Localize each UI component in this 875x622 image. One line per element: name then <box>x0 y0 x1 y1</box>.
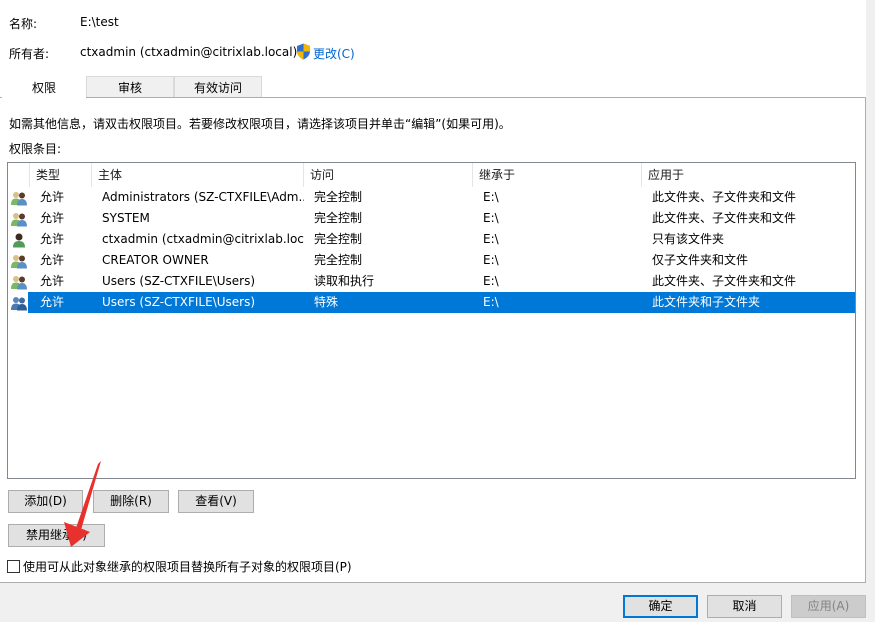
type-cell: 允许 <box>40 253 65 267</box>
inherited-from-cell: E:\ <box>483 211 499 225</box>
access-cell: 完全控制 <box>314 190 363 204</box>
user-icon <box>13 233 25 248</box>
owner-value: ctxadmin (ctxadmin@citrixlab.local) <box>80 45 298 59</box>
name-label: 名称: <box>9 17 38 31</box>
info-text: 如需其他信息，请双击权限项目。若要修改权限项目，请选择该项目并单击“编辑”(如果… <box>9 117 511 131</box>
principal-cell: Users (SZ-CTXFILE\Users) <box>102 274 256 288</box>
access-cell: 特殊 <box>314 295 339 309</box>
principal-cell: ctxadmin (ctxadmin@citrixlab.loc... <box>102 232 304 246</box>
applies-to-cell: 此文件夹、子文件夹和文件 <box>652 211 797 225</box>
table-row[interactable]: 允许 Users (SZ-CTXFILE\Users) 特殊 E:\ 此文件夹和子文件夹 <box>8 292 855 313</box>
uac-shield-icon <box>297 43 310 60</box>
type-cell: 允许 <box>40 211 65 225</box>
principal-cell: Administrators (SZ-CTXFILE\Adm... <box>102 190 304 204</box>
disable-inheritance-button[interactable]: 禁用继承(I) <box>8 524 105 547</box>
type-cell: 允许 <box>40 295 65 309</box>
access-cell: 完全控制 <box>314 232 363 246</box>
add-button[interactable]: 添加(D) <box>8 490 83 513</box>
type-cell: 允许 <box>40 232 65 246</box>
table-row[interactable]: 允许 CREATOR OWNER 完全控制 E:\ 仅子文件夹和文件 <box>8 250 855 271</box>
applies-to-cell: 此文件夹、子文件夹和文件 <box>652 190 797 204</box>
remove-button[interactable]: 删除(R) <box>93 490 169 513</box>
access-cell: 完全控制 <box>314 253 363 267</box>
type-cell: 允许 <box>40 190 65 204</box>
group-icon <box>11 276 27 290</box>
window-edge <box>866 0 875 622</box>
column-header-principal[interactable]: 主体 <box>92 163 304 187</box>
tab-auditing[interactable]: 审核 <box>86 76 174 98</box>
replace-child-permissions-label[interactable]: 使用可从此对象继承的权限项目替换所有子对象的权限项目(P) <box>23 558 352 575</box>
tab-label: 有效访问 <box>193 81 242 95</box>
inherited-from-cell: E:\ <box>483 190 499 204</box>
view-button[interactable]: 查看(V) <box>178 490 254 513</box>
inherited-from-cell: E:\ <box>483 232 499 246</box>
tab-permissions[interactable]: 权限 <box>2 76 86 99</box>
applies-to-cell: 只有该文件夹 <box>652 232 725 246</box>
apply-button: 应用(A) <box>791 595 866 618</box>
tab-label: 审核 <box>117 81 142 95</box>
group-icon <box>11 297 27 311</box>
group-icon <box>11 213 27 227</box>
ok-button[interactable]: 确定 <box>623 595 698 618</box>
principal-cell: CREATOR OWNER <box>102 253 209 267</box>
column-header-type[interactable]: 类型 <box>30 163 92 187</box>
column-header-icon[interactable] <box>8 163 30 187</box>
applies-to-cell: 仅子文件夹和文件 <box>652 253 749 267</box>
principal-cell: Users (SZ-CTXFILE\Users) <box>102 295 256 309</box>
cancel-button[interactable]: 取消 <box>707 595 782 618</box>
applies-to-cell: 此文件夹、子文件夹和文件 <box>652 274 797 288</box>
principal-cell: SYSTEM <box>102 211 150 225</box>
permission-entries-list[interactable]: 类型 主体 访问 继承于 应用于 允许 Administrators (SZ-CT… <box>7 162 856 479</box>
access-cell: 读取和执行 <box>314 274 375 288</box>
column-header-applies-to[interactable]: 应用于 <box>642 163 855 187</box>
replace-child-permissions-checkbox[interactable] <box>7 560 20 573</box>
table-row[interactable]: 允许 SYSTEM 完全控制 E:\ 此文件夹、子文件夹和文件 <box>8 208 855 229</box>
owner-label: 所有者: <box>9 47 50 61</box>
type-cell: 允许 <box>40 274 65 288</box>
table-row[interactable]: 允许 Administrators (SZ-CTXFILE\Adm... 完全控制 E… <box>8 187 855 208</box>
access-cell: 完全控制 <box>314 211 363 225</box>
group-icon <box>11 255 27 269</box>
column-header-access[interactable]: 访问 <box>304 163 473 187</box>
inherited-from-cell: E:\ <box>483 253 499 267</box>
table-row[interactable]: 允许 Users (SZ-CTXFILE\Users) 读取和执行 E:\ 此文件夹、子… <box>8 271 855 292</box>
table-row[interactable]: 允许 ctxadmin (ctxadmin@citrixlab.loc... 完全控… <box>8 229 855 250</box>
tab-label: 权限 <box>31 81 56 95</box>
entries-label: 权限条目: <box>9 142 62 156</box>
list-body: 允许 Administrators (SZ-CTXFILE\Adm... 完全控制 E… <box>8 187 855 313</box>
list-header: 类型 主体 访问 继承于 应用于 <box>8 163 855 187</box>
inherited-from-cell: E:\ <box>483 274 499 288</box>
change-owner-link[interactable]: 更改(C) <box>313 45 355 62</box>
applies-to-cell: 此文件夹和子文件夹 <box>652 295 761 309</box>
inherited-from-cell: E:\ <box>483 295 499 309</box>
column-header-inherited-from[interactable]: 继承于 <box>473 163 642 187</box>
tab-effective-access[interactable]: 有效访问 <box>174 76 262 98</box>
group-icon <box>11 192 27 206</box>
name-value: E:\test <box>80 15 119 29</box>
